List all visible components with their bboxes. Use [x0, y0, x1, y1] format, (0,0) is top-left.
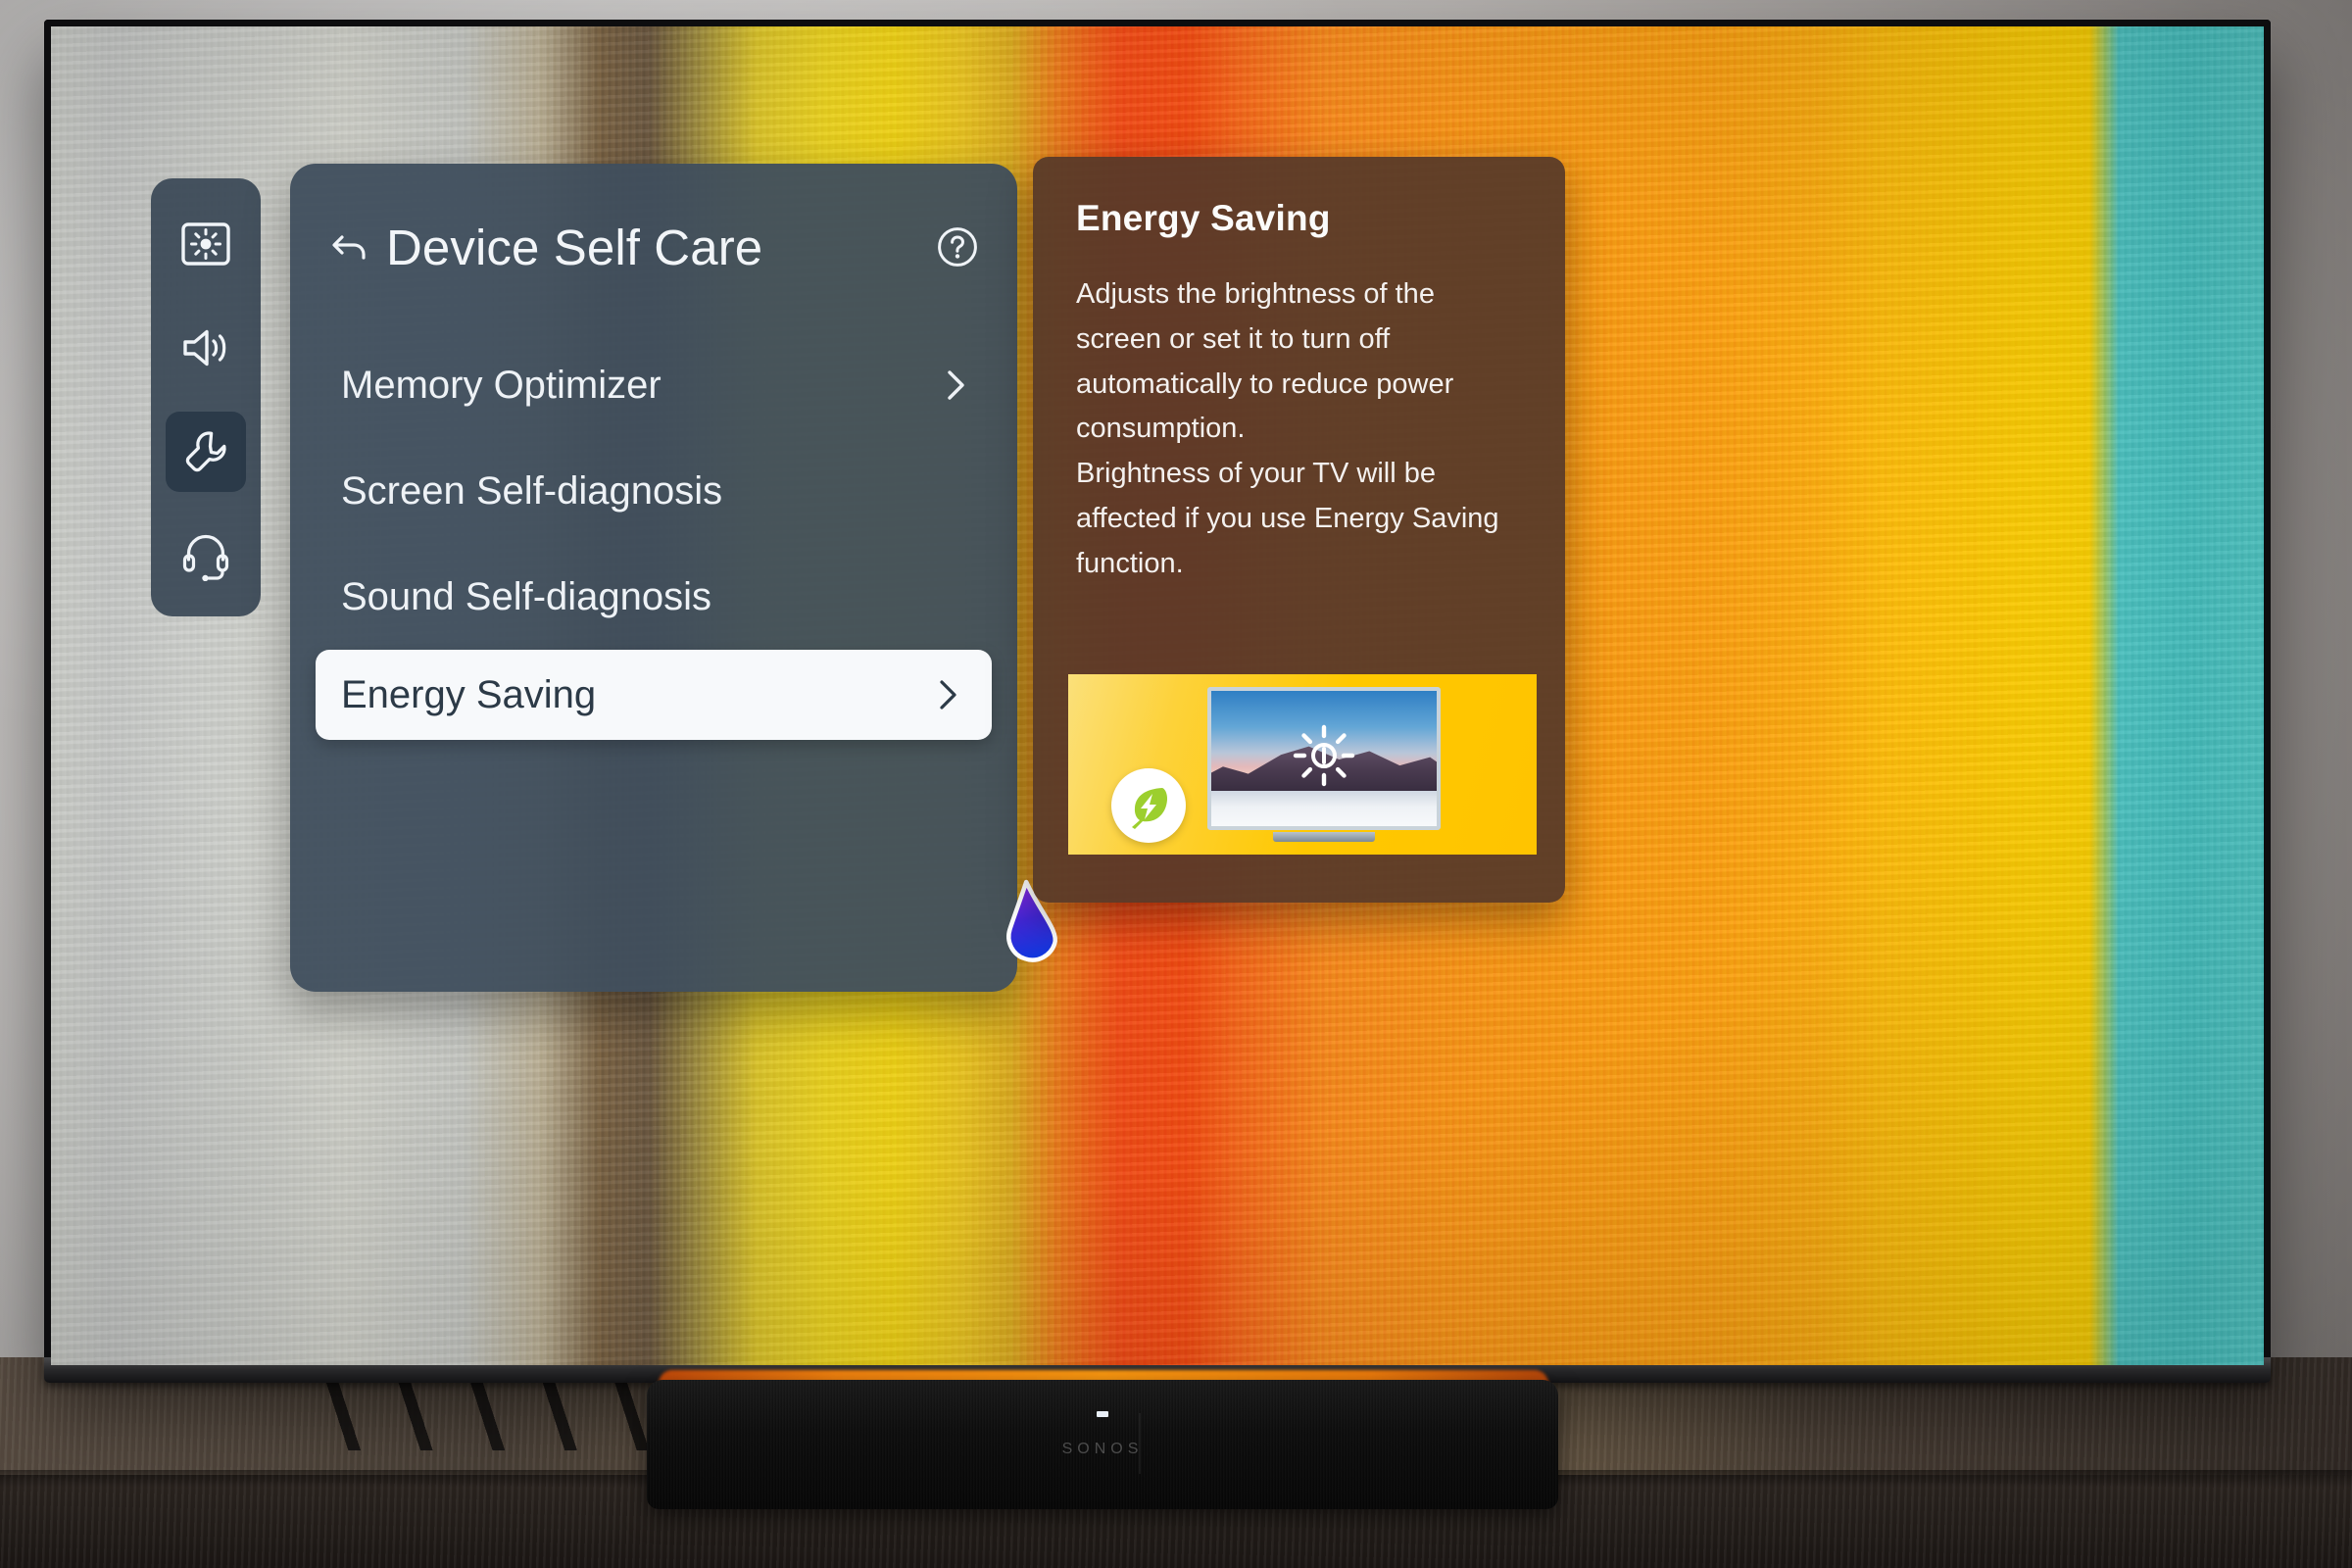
help-question-icon[interactable]	[935, 224, 980, 270]
thumbnail-tv-stand	[1272, 832, 1376, 842]
picture-mode-icon	[180, 220, 231, 268]
info-paragraph-1: Adjusts the brightness of the screen or …	[1076, 278, 1454, 445]
info-panel: Energy Saving Adjusts the brightness of …	[1033, 157, 1565, 903]
info-panel-body: Adjusts the brightness of the screen or …	[1076, 272, 1522, 587]
sonos-soundbar: SONOS	[647, 1380, 1558, 1509]
brightness-sun-icon	[1288, 719, 1360, 792]
headset-support-icon	[181, 530, 230, 581]
settings-sidebar	[151, 178, 261, 616]
thumbnail-clouds	[1211, 791, 1437, 826]
info-panel-title: Energy Saving	[1076, 198, 1331, 238]
back-arrow-icon[interactable]	[327, 224, 372, 270]
room-scene: Device Self Care Memory Optimizer Screen…	[0, 0, 2352, 1568]
menu-item-label: Memory Optimizer	[341, 363, 662, 407]
page-title: Device Self Care	[386, 219, 763, 275]
wrench-support-icon	[181, 427, 230, 476]
sidebar-item-remote-support[interactable]	[166, 515, 246, 596]
menu-item-label: Energy Saving	[341, 672, 597, 716]
menu-item-label: Screen Self-diagnosis	[341, 468, 723, 513]
info-paragraph-2: Brightness of your TV will be affected i…	[1076, 458, 1499, 579]
chevron-right-icon	[943, 366, 970, 405]
leaf-bolt-energy-icon	[1111, 768, 1186, 843]
tv-screen: Device Self Care Memory Optimizer Screen…	[51, 26, 2264, 1365]
menu-list: Memory Optimizer Screen Self-diagnosis S…	[290, 332, 1017, 740]
chevron-right-icon	[935, 675, 962, 714]
sidebar-item-sound[interactable]	[166, 308, 246, 388]
thumbnail-tv	[1207, 687, 1441, 842]
menu-item-memory-optimizer[interactable]: Memory Optimizer	[290, 332, 1017, 438]
menu-item-label: Sound Self-diagnosis	[341, 574, 712, 618]
soundbar-status-led	[1097, 1411, 1108, 1417]
lg-settings-overlay: Device Self Care Memory Optimizer Screen…	[51, 26, 2264, 1365]
soundbar-brand-label: SONOS	[1061, 1441, 1144, 1457]
sound-mode-icon	[179, 324, 232, 371]
menu-item-energy-saving[interactable]: Energy Saving	[316, 650, 992, 740]
panel-header: Device Self Care	[290, 164, 1017, 330]
info-thumbnail	[1068, 674, 1537, 855]
device-self-care-panel: Device Self Care Memory Optimizer Screen…	[290, 164, 1057, 992]
menu-item-screen-self-diagnosis[interactable]: Screen Self-diagnosis	[290, 438, 1017, 544]
menu-item-sound-self-diagnosis[interactable]: Sound Self-diagnosis	[290, 544, 1017, 650]
sidebar-item-support[interactable]	[166, 412, 246, 492]
sidebar-item-picture[interactable]	[166, 204, 246, 284]
